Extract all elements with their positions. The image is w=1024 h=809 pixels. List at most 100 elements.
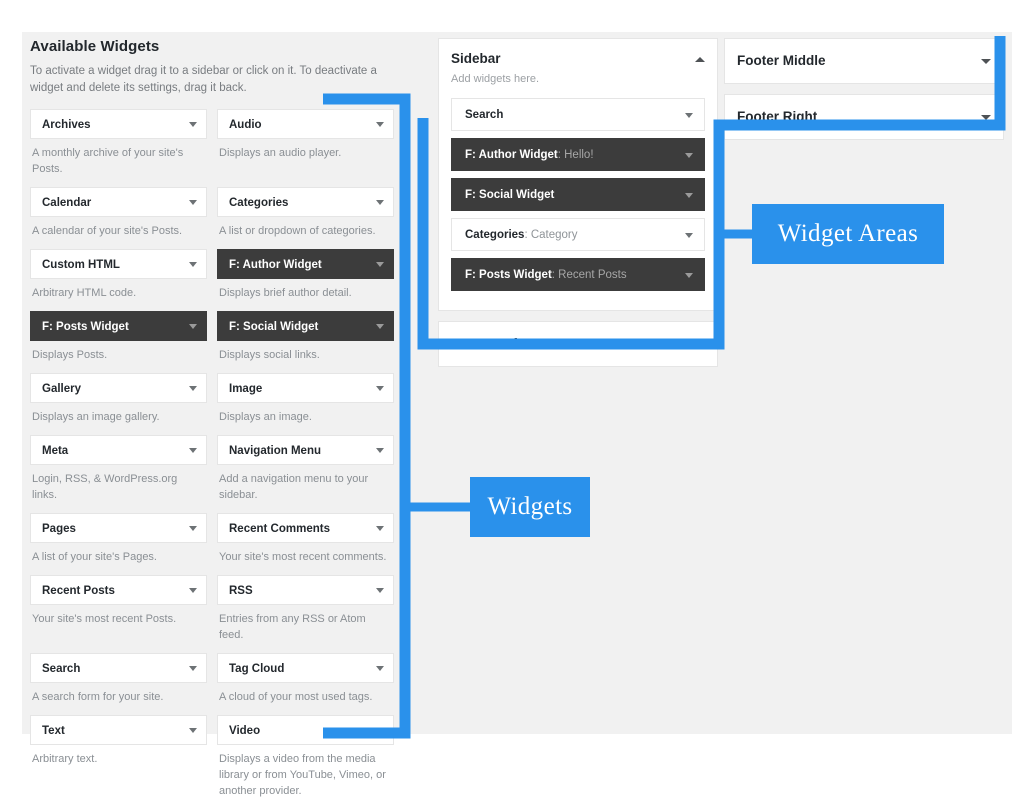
available-widget-description: Displays an audio player. (219, 147, 342, 159)
available-widget-item: Custom HTML Arbitrary HTML code. (30, 249, 207, 305)
chevron-down-icon[interactable] (981, 59, 991, 64)
available-widget-item: Video Displays a video from the media lib… (217, 715, 394, 803)
chevron-down-icon[interactable] (376, 386, 384, 391)
available-widget-button[interactable]: F: Author Widget (217, 249, 394, 279)
widget-area-item-name: Search (465, 109, 504, 121)
available-widget-description: Displays an image. (219, 411, 312, 423)
available-widget-description: A search form for your site. (32, 691, 164, 703)
available-widget-item: Tag Cloud A cloud of your most used tags. (217, 653, 394, 709)
page-title: Available Widgets (30, 38, 160, 55)
available-widget-description: A cloud of your most used tags. (219, 691, 373, 703)
available-widget-button[interactable]: Tag Cloud (217, 653, 394, 683)
available-widget-description: A monthly archive of your site's Posts. (32, 147, 184, 175)
available-widget-button[interactable]: Text (30, 715, 207, 745)
available-widget-description: A calendar of your site's Posts. (32, 225, 183, 237)
available-widget-item: Gallery Displays an image gallery. (30, 373, 207, 429)
widget-area-sidebar[interactable]: Sidebar Add widgets here. Search F: Autho… (438, 38, 718, 311)
chevron-down-icon[interactable] (189, 588, 197, 593)
chevron-down-icon[interactable] (189, 526, 197, 531)
widget-area-item-name: F: Author Widget (465, 149, 558, 161)
available-widget-button[interactable]: Search (30, 653, 207, 683)
available-widget-button[interactable]: Video (217, 715, 394, 745)
chevron-down-icon[interactable] (981, 115, 991, 120)
widget-area-item[interactable]: F: Author Widget: Hello! (451, 138, 705, 171)
widget-area-item-name: F: Posts Widget (465, 269, 552, 281)
widget-area-footer-left[interactable]: Footer Left (438, 321, 718, 367)
available-widget-button[interactable]: Recent Posts (30, 575, 207, 605)
footer-areas-column: Footer Middle Footer Right (724, 38, 1004, 150)
chevron-down-icon[interactable] (189, 262, 197, 267)
available-widget-item: RSS Entries from any RSS or Atom feed. (217, 575, 394, 647)
annotation-widget-areas-text: Widget Areas (777, 220, 919, 247)
chevron-down-icon[interactable] (376, 262, 384, 267)
available-widget-description: Displays social links. (219, 349, 320, 361)
available-widget-item: Recent Posts Your site's most recent Post… (30, 575, 207, 647)
widget-area-footer-left-header[interactable]: Footer Left (451, 334, 705, 354)
available-widget-item: Image Displays an image. (217, 373, 394, 429)
available-widget-button[interactable]: Recent Comments (217, 513, 394, 543)
chevron-down-icon[interactable] (189, 448, 197, 453)
available-widget-item: Calendar A calendar of your site's Posts. (30, 187, 207, 243)
available-widget-button[interactable]: Pages (30, 513, 207, 543)
chevron-down-icon[interactable] (685, 192, 693, 198)
annotation-widget-areas-label: Widget Areas (752, 204, 944, 264)
available-widget-button[interactable]: Gallery (30, 373, 207, 403)
available-widget-description: Arbitrary HTML code. (32, 287, 137, 299)
available-widget-item: Pages A list of your site's Pages. (30, 513, 207, 569)
chevron-down-icon[interactable] (376, 200, 384, 205)
available-widget-item: Archives A monthly archive of your site's… (30, 109, 207, 181)
chevron-down-icon[interactable] (189, 728, 197, 733)
widget-area-item[interactable]: F: Social Widget (451, 178, 705, 211)
chevron-down-icon[interactable] (189, 324, 197, 329)
chevron-down-icon[interactable] (376, 526, 384, 531)
available-widget-item: F: Author Widget Displays brief author de… (217, 249, 394, 305)
chevron-down-icon[interactable] (376, 588, 384, 593)
available-widget-button[interactable]: F: Posts Widget (30, 311, 207, 341)
widget-area-sidebar-header[interactable]: Sidebar Add widgets here. (451, 49, 705, 87)
available-widgets-panel: Available Widgets To activate a widget d… (30, 38, 416, 809)
available-widget-button[interactable]: Calendar (30, 187, 207, 217)
widget-area-sidebar-subtitle: Add widgets here. (451, 73, 540, 85)
chevron-down-icon[interactable] (189, 386, 197, 391)
widget-area-item[interactable]: Search (451, 98, 705, 131)
widget-area-footer-right-header[interactable]: Footer Right (737, 107, 991, 127)
available-widget-item: Meta Login, RSS, & WordPress.org links. (30, 435, 207, 507)
chevron-down-icon[interactable] (376, 324, 384, 329)
available-widget-description: Displays a video from the media library … (219, 753, 386, 797)
widget-area-item-name: F: Social Widget (465, 189, 555, 201)
available-widget-button[interactable]: Custom HTML (30, 249, 207, 279)
available-widget-button[interactable]: F: Social Widget (217, 311, 394, 341)
widget-area-footer-middle[interactable]: Footer Middle (724, 38, 1004, 84)
widget-area-footer-right[interactable]: Footer Right (724, 94, 1004, 140)
chevron-down-icon[interactable] (189, 666, 197, 671)
widget-area-item[interactable]: Categories: Category (451, 218, 705, 251)
available-widget-description: Arbitrary text. (32, 753, 98, 765)
chevron-down-icon[interactable] (376, 448, 384, 453)
available-widget-button[interactable]: RSS (217, 575, 394, 605)
widget-area-footer-middle-header[interactable]: Footer Middle (737, 51, 991, 71)
available-widget-button[interactable]: Categories (217, 187, 394, 217)
chevron-down-icon[interactable] (685, 152, 693, 158)
available-widget-description: A list of your site's Pages. (32, 551, 157, 563)
chevron-down-icon[interactable] (189, 200, 197, 205)
available-widget-button[interactable]: Archives (30, 109, 207, 139)
widgets-screen-canvas: Available Widgets To activate a widget d… (22, 32, 1012, 797)
chevron-down-icon[interactable] (685, 232, 693, 238)
available-widget-button[interactable]: Navigation Menu (217, 435, 394, 465)
chevron-down-icon[interactable] (376, 666, 384, 671)
widget-area-item[interactable]: F: Posts Widget: Recent Posts (451, 258, 705, 291)
available-widget-description: Displays brief author detail. (219, 287, 352, 299)
widget-area-sidebar-title: Sidebar (451, 51, 501, 66)
chevron-down-icon[interactable] (685, 112, 693, 118)
widget-area-sidebar-items: Search F: Author Widget: Hello! F: Social … (451, 98, 705, 291)
available-widget-button[interactable]: Audio (217, 109, 394, 139)
chevron-down-icon[interactable] (376, 728, 384, 733)
chevron-down-icon[interactable] (695, 342, 705, 347)
chevron-down-icon[interactable] (376, 122, 384, 127)
chevron-up-icon[interactable] (695, 57, 705, 62)
available-widget-description: Your site's most recent comments. (219, 551, 387, 563)
available-widget-button[interactable]: Meta (30, 435, 207, 465)
chevron-down-icon[interactable] (685, 272, 693, 278)
chevron-down-icon[interactable] (189, 122, 197, 127)
available-widget-button[interactable]: Image (217, 373, 394, 403)
